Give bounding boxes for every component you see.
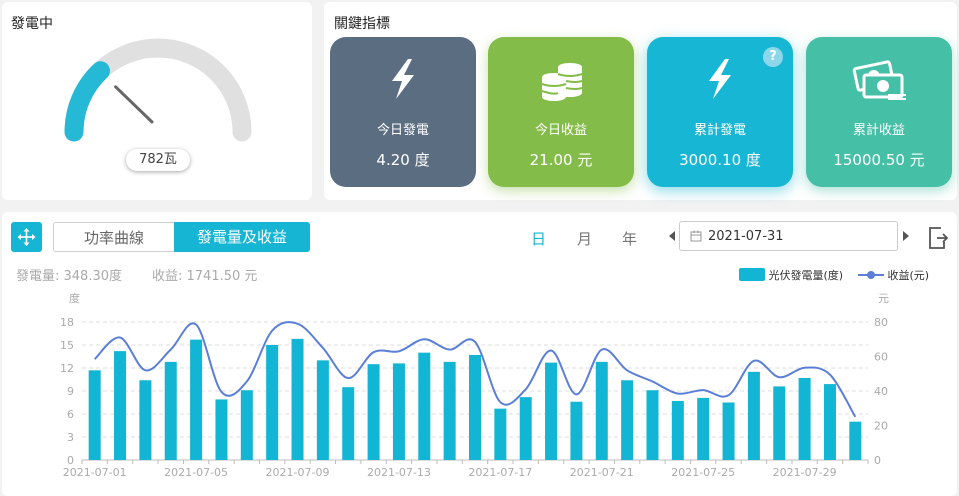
bar	[190, 339, 203, 460]
y-right-tick-label: 20	[874, 420, 888, 433]
help-icon[interactable]: ?	[763, 47, 783, 67]
bar	[240, 390, 253, 460]
y-right-tick-label: 40	[874, 385, 888, 398]
generating-card: 發電中 782瓦	[2, 2, 312, 200]
money-icon	[852, 60, 906, 100]
bar	[164, 361, 177, 460]
gauge-track	[64, 38, 252, 142]
bar	[291, 338, 304, 460]
bar	[342, 387, 355, 460]
kpi-value: 3000.10 度	[679, 151, 761, 169]
bar	[671, 400, 684, 460]
bar	[849, 421, 862, 460]
bar	[494, 408, 507, 460]
gauge-value: 782瓦	[126, 149, 190, 171]
bar	[773, 386, 786, 460]
bar	[697, 397, 710, 460]
kpi-value: 4.20 度	[376, 151, 430, 169]
bar	[621, 380, 634, 460]
bar	[646, 390, 659, 460]
kpi-total-income: 累計收益 15000.50 元	[806, 37, 952, 187]
kpi-value: 21.00 元	[529, 151, 593, 169]
x-tick-label: 2021-07-09	[266, 466, 330, 479]
x-tick-label: 2021-07-01	[63, 466, 127, 479]
gauge-needle	[114, 85, 154, 124]
kpi-title: 關鍵指標	[334, 16, 390, 32]
bar	[88, 370, 101, 460]
y-left-tick-label: 6	[67, 408, 74, 421]
coins-icon	[541, 63, 583, 101]
x-tick-label: 2021-07-25	[671, 466, 735, 479]
bar	[722, 402, 735, 460]
y-left-tick-label: 15	[60, 339, 74, 352]
bar	[823, 384, 836, 460]
lightning-icon	[392, 59, 414, 99]
bar	[443, 361, 456, 460]
energy-income-chart: 0369121518020406080度 元2021-07-01 2021-07-0…	[60, 291, 889, 479]
gauge-fill	[64, 61, 110, 142]
kpi-label: 累計收益	[852, 123, 905, 138]
y-right-tick-label: 80	[874, 316, 888, 329]
bar	[595, 361, 608, 460]
bar	[367, 364, 380, 460]
kpi-label: 今日收益	[534, 123, 587, 138]
bar	[798, 377, 811, 460]
y-left-tick-label: 3	[67, 431, 74, 444]
kpi-today-energy: 今日發電 4.20 度	[330, 37, 476, 187]
bar	[570, 401, 583, 460]
y-right-tick-label: 60	[874, 351, 888, 364]
bar	[215, 399, 228, 460]
bar	[114, 351, 127, 460]
kpi-value: 15000.50 元	[833, 151, 925, 169]
x-tick-label: 2021-07-05	[164, 466, 228, 479]
bar	[139, 380, 152, 460]
y-right-tick-label: 0	[874, 454, 881, 467]
x-tick-label: 2021-07-13	[367, 466, 431, 479]
y-left-tick-label: 12	[60, 362, 74, 375]
chart-card: 功率曲線 發電量及收益 日 月 年 2021-07-31 發電量: 348.30…	[2, 212, 957, 496]
kpi-label: 今日發電	[376, 123, 429, 138]
bar	[469, 354, 481, 460]
bar	[747, 371, 760, 460]
kpi-today-income: 今日收益 21.00 元	[488, 37, 634, 187]
x-tick-label: 2021-07-29	[773, 466, 837, 479]
bar	[266, 345, 279, 460]
y-right-unit: 元	[878, 292, 889, 305]
y-left-unit: 度	[69, 291, 80, 305]
y-left-tick-label: 9	[67, 385, 74, 398]
bar	[392, 363, 405, 460]
bar	[316, 360, 329, 460]
kpi-total-energy: ? 累計發電 3000.10 度	[647, 37, 793, 187]
bar	[545, 362, 558, 460]
x-tick-label: 2021-07-21	[570, 466, 634, 479]
bar	[519, 397, 532, 460]
x-tick-label: 2021-07-17	[468, 466, 532, 479]
kpi-label: 累計發電	[693, 123, 746, 138]
y-left-tick-label: 18	[60, 316, 74, 329]
kpi-card: 關鍵指標 今日發電 4.20 度 今日收益 21.00 元 ? 累計發電 300…	[324, 2, 957, 200]
bar	[418, 352, 431, 460]
